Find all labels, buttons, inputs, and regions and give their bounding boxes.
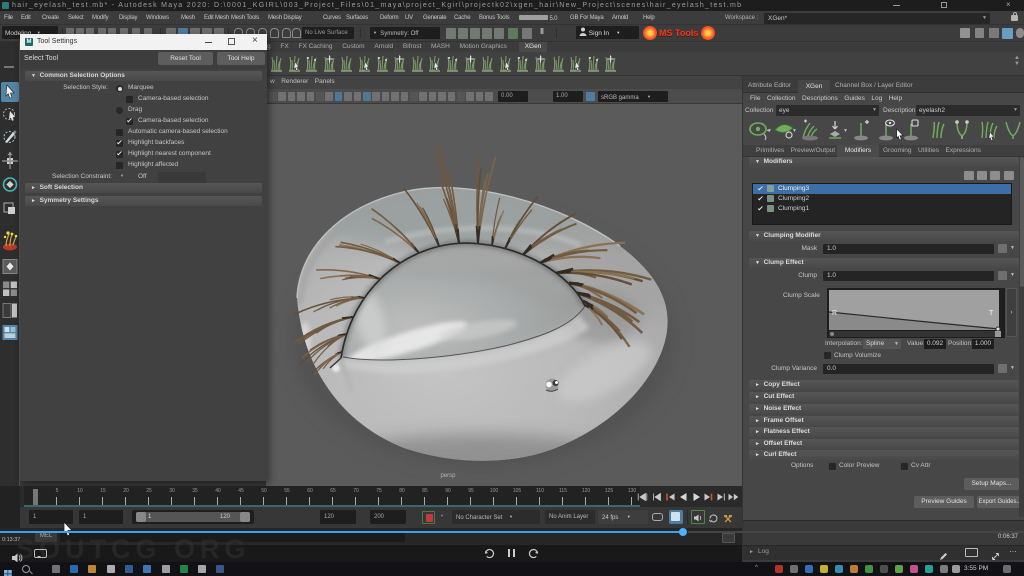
svg-text:persp: persp <box>440 473 456 479</box>
svg-text:T: T <box>989 310 994 317</box>
svg-text:R: R <box>832 310 837 317</box>
